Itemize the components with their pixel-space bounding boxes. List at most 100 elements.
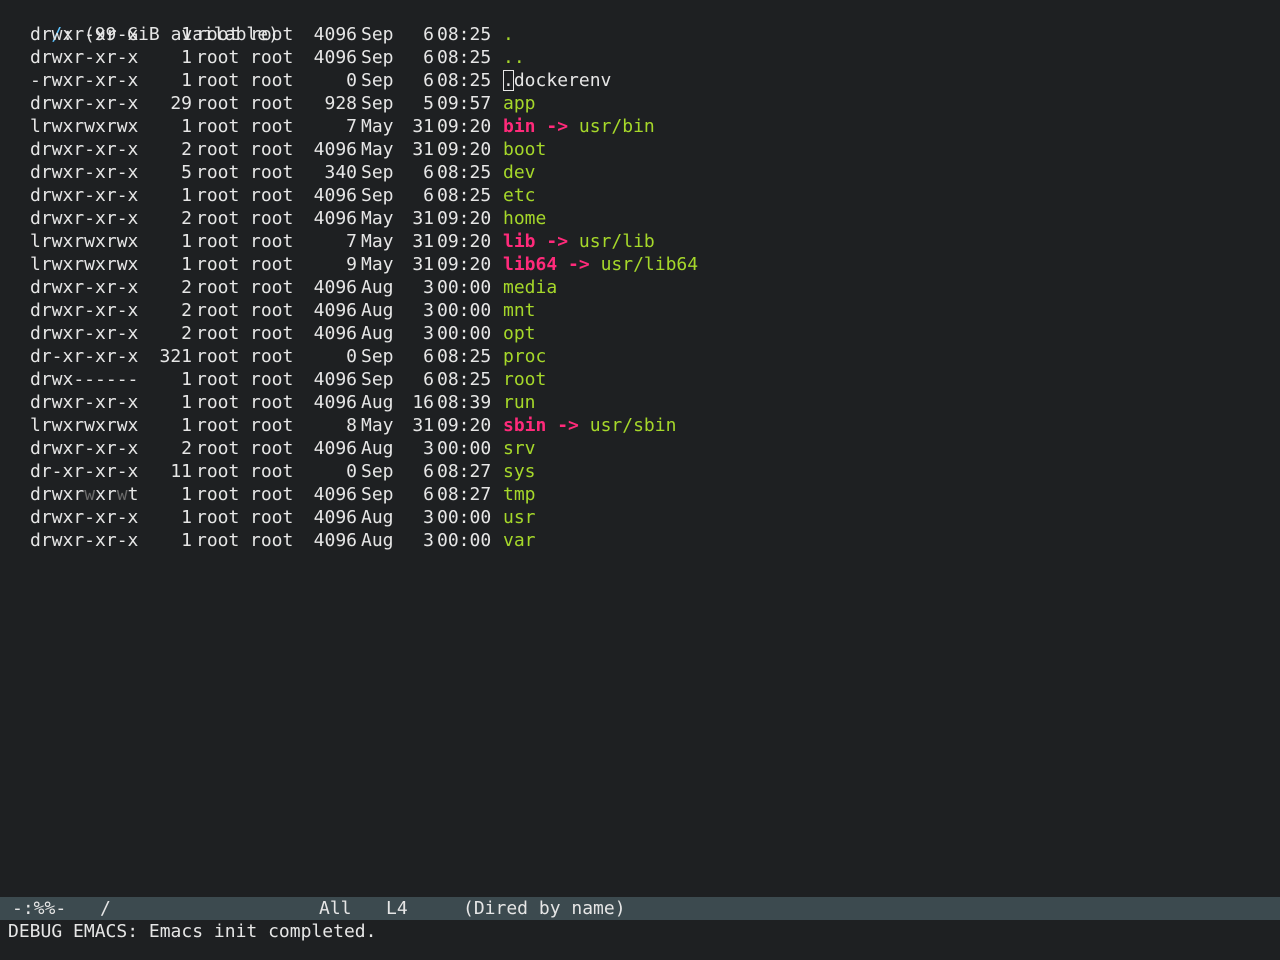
file-permissions: drwxrwxrwt <box>30 484 139 505</box>
file-size-cell: 7 <box>304 230 357 253</box>
file-name-cell[interactable]: etc <box>503 184 536 207</box>
file-time: 08:25 <box>437 369 492 390</box>
file-group: root <box>250 277 294 298</box>
file-name[interactable]: opt <box>503 323 536 344</box>
file-name-cell[interactable]: sbin -> usr/sbin <box>503 414 676 437</box>
file-owner: root <box>196 47 240 68</box>
file-size: 928 <box>324 93 357 114</box>
file-name[interactable]: proc <box>503 346 546 367</box>
file-size-cell: 4096 <box>304 506 357 529</box>
modeline-major-mode[interactable]: (Dired by name) <box>463 897 626 920</box>
file-size: 0 <box>346 461 357 482</box>
file-day: 6 <box>423 185 434 206</box>
file-size-cell: 4096 <box>304 299 357 322</box>
symlink-target[interactable]: usr/lib <box>579 231 655 252</box>
file-permissions: drwxr-xr-x <box>30 185 139 206</box>
symlink-target[interactable]: usr/lib64 <box>601 254 699 275</box>
file-name-cell[interactable]: media <box>503 276 557 299</box>
modeline-status: -:%%- <box>12 898 67 919</box>
file-name-cell[interactable]: dev <box>503 161 536 184</box>
file-name-cell[interactable]: boot <box>503 138 546 161</box>
file-time: 00:00 <box>437 300 492 321</box>
file-name-cell[interactable]: lib -> usr/lib <box>503 230 655 253</box>
file-name[interactable]: boot <box>503 139 546 160</box>
file-group: root <box>250 139 294 160</box>
file-name-cell[interactable]: app <box>503 92 536 115</box>
file-group: root <box>250 438 294 459</box>
file-time: 00:00 <box>437 323 492 344</box>
file-owner: root <box>196 300 240 321</box>
file-time: 00:00 <box>437 438 492 459</box>
file-name[interactable]: usr <box>503 507 536 528</box>
file-link-count: 321 <box>159 346 192 367</box>
file-owner: root <box>196 530 240 551</box>
file-owner: root <box>196 277 240 298</box>
file-name[interactable]: .. <box>503 47 525 68</box>
file-name-cell[interactable]: opt <box>503 322 536 345</box>
modeline-buffer-name[interactable]: / <box>100 897 111 920</box>
file-name-cell[interactable]: .. <box>503 46 525 69</box>
file-name[interactable]: tmp <box>503 484 536 505</box>
file-name-cell[interactable]: .dockerenv <box>503 69 611 92</box>
file-permissions: lrwxrwxrwx <box>30 231 139 252</box>
file-day: 6 <box>423 369 434 390</box>
file-name-cell[interactable]: . <box>503 23 514 46</box>
symlink-name[interactable]: sbin <box>503 415 546 436</box>
file-name-cell[interactable]: lib64 -> usr/lib64 <box>503 253 698 276</box>
file-name[interactable]: etc <box>503 185 536 206</box>
modeline-position: All <box>319 898 352 919</box>
file-permissions: drwxr-xr-x <box>30 438 139 459</box>
symlink-name[interactable]: lib <box>503 231 536 252</box>
file-day-cell: 3 <box>404 506 434 529</box>
file-name[interactable]: root <box>503 369 546 390</box>
file-name[interactable]: var <box>503 530 536 551</box>
file-name[interactable]: media <box>503 277 557 298</box>
file-link-count: 1 <box>181 507 192 528</box>
file-name-cell[interactable]: sys <box>503 460 536 483</box>
file-name-cell[interactable]: proc <box>503 345 546 368</box>
file-size: 4096 <box>313 369 357 390</box>
file-name[interactable]: app <box>503 93 536 114</box>
file-permissions: drwx------ <box>30 369 139 390</box>
file-link-count: 1 <box>181 254 192 275</box>
file-owner: root <box>196 70 240 91</box>
symlink-arrow: -> <box>546 231 569 252</box>
file-name[interactable]: home <box>503 208 546 229</box>
file-name-cell[interactable]: usr <box>503 506 536 529</box>
file-time: 00:00 <box>437 507 492 528</box>
file-name[interactable]: . <box>503 24 514 45</box>
file-name-cell[interactable]: home <box>503 207 546 230</box>
file-month: Sep <box>361 162 394 183</box>
symlink-target[interactable]: usr/sbin <box>590 415 677 436</box>
file-name-cell[interactable]: mnt <box>503 299 536 322</box>
file-name-cell[interactable]: tmp <box>503 483 536 506</box>
dired-buffer[interactable]: /: (99 GiB available) drwxr-xr-x 1 root roo… <box>0 0 1280 896</box>
file-links-cell: 1 <box>150 230 192 253</box>
file-month: Aug <box>361 392 394 413</box>
file-name-cell[interactable]: var <box>503 529 536 552</box>
symlink-name[interactable]: lib64 <box>503 254 557 275</box>
file-day: 16 <box>412 392 434 413</box>
file-name[interactable]: srv <box>503 438 536 459</box>
file-day: 3 <box>423 323 434 344</box>
file-month: Sep <box>361 93 394 114</box>
file-name-cell[interactable]: srv <box>503 437 536 460</box>
file-size: 340 <box>324 162 357 183</box>
file-name-cell[interactable]: root <box>503 368 546 391</box>
file-name-cell[interactable]: run <box>503 391 536 414</box>
symlink-target[interactable]: usr/bin <box>579 116 655 137</box>
file-size-cell: 928 <box>304 92 357 115</box>
file-links-cell: 1 <box>150 506 192 529</box>
file-size-cell: 4096 <box>304 138 357 161</box>
file-name[interactable]: .dockerenv <box>503 70 611 91</box>
file-owner: root <box>196 346 240 367</box>
file-name-cell[interactable]: bin -> usr/bin <box>503 115 655 138</box>
file-name[interactable]: run <box>503 392 536 413</box>
file-name[interactable]: mnt <box>503 300 536 321</box>
file-name[interactable]: sys <box>503 461 536 482</box>
file-day-cell: 3 <box>404 437 434 460</box>
file-link-count: 2 <box>181 438 192 459</box>
file-owner: root <box>196 231 240 252</box>
symlink-name[interactable]: bin <box>503 116 536 137</box>
file-name[interactable]: dev <box>503 162 536 183</box>
